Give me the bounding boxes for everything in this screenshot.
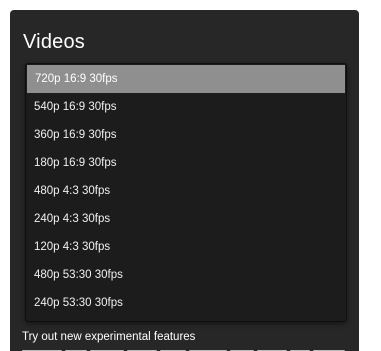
video-resolution-dropdown-list[interactable]: 720p 16:9 30fps 540p 16:9 30fps 360p 16:… xyxy=(25,63,347,322)
option-120p-4-3-30fps[interactable]: 120p 4:3 30fps xyxy=(26,233,346,261)
truncated-description-text xyxy=(22,346,352,351)
option-720p-16-9-30fps[interactable]: 720p 16:9 30fps xyxy=(27,65,345,93)
section-title: Videos xyxy=(23,31,85,53)
option-180p-16-9-30fps[interactable]: 180p 16:9 30fps xyxy=(26,149,346,177)
option-480p-53-30-30fps[interactable]: 480p 53:30 30fps xyxy=(26,261,346,289)
option-240p-53-30-30fps[interactable]: 240p 53:30 30fps xyxy=(26,289,346,317)
option-360p-16-9-30fps[interactable]: 360p 16:9 30fps xyxy=(26,121,346,149)
option-480p-4-3-30fps[interactable]: 480p 4:3 30fps xyxy=(26,177,346,205)
experimental-features-label: Try out new experimental features xyxy=(22,331,196,343)
option-540p-16-9-30fps[interactable]: 540p 16:9 30fps xyxy=(26,93,346,121)
option-240p-4-3-30fps[interactable]: 240p 4:3 30fps xyxy=(26,205,346,233)
video-settings-panel: Videos 720p 16:9 30fps 540p 16:9 30fps 3… xyxy=(10,10,359,351)
